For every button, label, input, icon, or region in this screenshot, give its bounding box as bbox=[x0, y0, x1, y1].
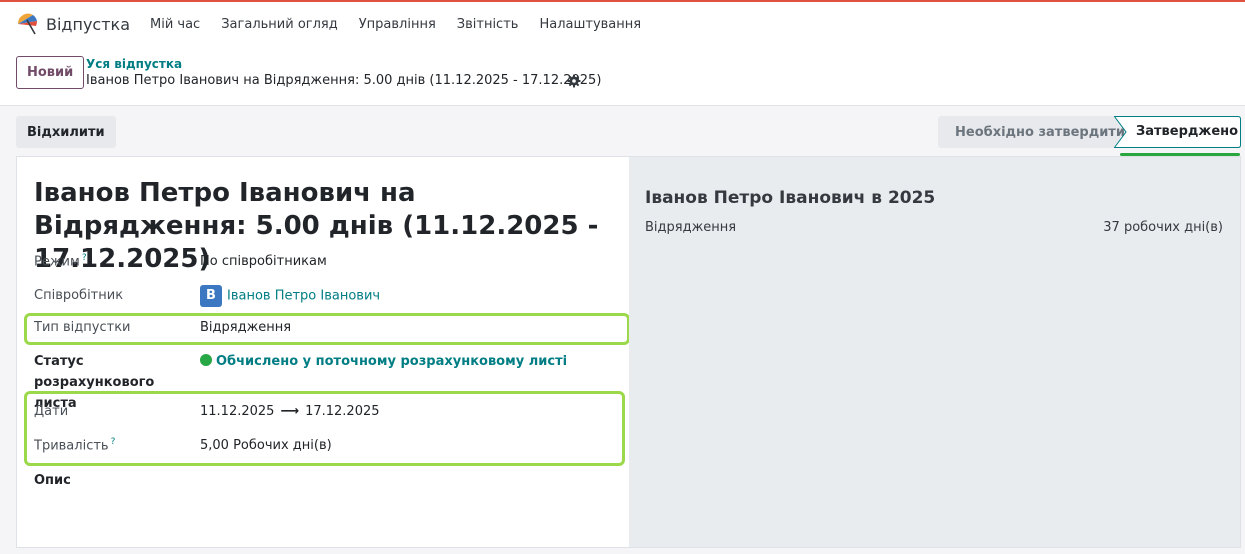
umbrella-icon[interactable] bbox=[16, 12, 40, 36]
control-panel: Новий Уся відпустка Іванов Петро Іванови… bbox=[0, 46, 1245, 106]
stage-approved-label: Затверджено bbox=[1136, 124, 1239, 139]
refuse-button[interactable]: Відхилити bbox=[16, 116, 116, 148]
nav-item-settings[interactable]: Налаштування bbox=[539, 17, 641, 32]
field-value-employee[interactable]: В Іванов Петро Іванович bbox=[200, 285, 380, 307]
highlight-box-dates-duration bbox=[24, 391, 625, 466]
allocation-title: Іванов Петро Іванович в 2025 bbox=[645, 188, 936, 208]
stage-to-approve[interactable]: Необхідно затвердити bbox=[938, 116, 1128, 148]
nav-item-reporting[interactable]: Звітність bbox=[457, 17, 519, 32]
breadcrumb-current: Іванов Петро Іванович на Відрядження: 5.… bbox=[86, 73, 602, 88]
field-label-description: Опис bbox=[34, 473, 71, 488]
field-label-employee: Співробітник bbox=[34, 288, 124, 303]
gear-icon[interactable] bbox=[567, 74, 581, 88]
app-name[interactable]: Відпустка bbox=[46, 15, 130, 34]
allocation-row-label: Відрядження bbox=[645, 220, 737, 235]
new-button[interactable]: Новий bbox=[16, 56, 85, 89]
status-bar: Відхилити Необхідно затвердити Затвердже… bbox=[0, 107, 1245, 156]
nav-item-overview[interactable]: Загальний огляд bbox=[221, 17, 338, 32]
main-navbar: Відпустка Мій час Загальний огляд Управл… bbox=[0, 2, 1245, 46]
avatar: В bbox=[200, 285, 222, 307]
stage-approved[interactable]: Затверджено bbox=[1114, 116, 1241, 148]
field-value-mode[interactable]: По співробітникам bbox=[200, 254, 327, 269]
allocation-panel: Іванов Петро Іванович в 2025 Відрядження… bbox=[629, 156, 1241, 548]
nav-item-management[interactable]: Управління bbox=[359, 17, 436, 32]
allocation-row-value: 37 робочих дні(в) bbox=[1103, 220, 1223, 235]
nav-item-my-time[interactable]: Мій час bbox=[150, 17, 200, 32]
field-value-payslip-status: Обчислено у поточному розрахунковому лис… bbox=[200, 354, 567, 369]
status-dot-icon bbox=[200, 354, 212, 366]
form-sheet: Іванов Петро Іванович на Відрядження: 5.… bbox=[16, 156, 630, 548]
field-label-mode: Режим? bbox=[34, 253, 87, 270]
employee-link[interactable]: Іванов Петро Іванович bbox=[227, 289, 380, 304]
help-icon[interactable]: ? bbox=[82, 253, 87, 263]
highlight-box-leave-type bbox=[24, 313, 630, 345]
breadcrumb-parent[interactable]: Уся відпустка bbox=[86, 57, 182, 71]
